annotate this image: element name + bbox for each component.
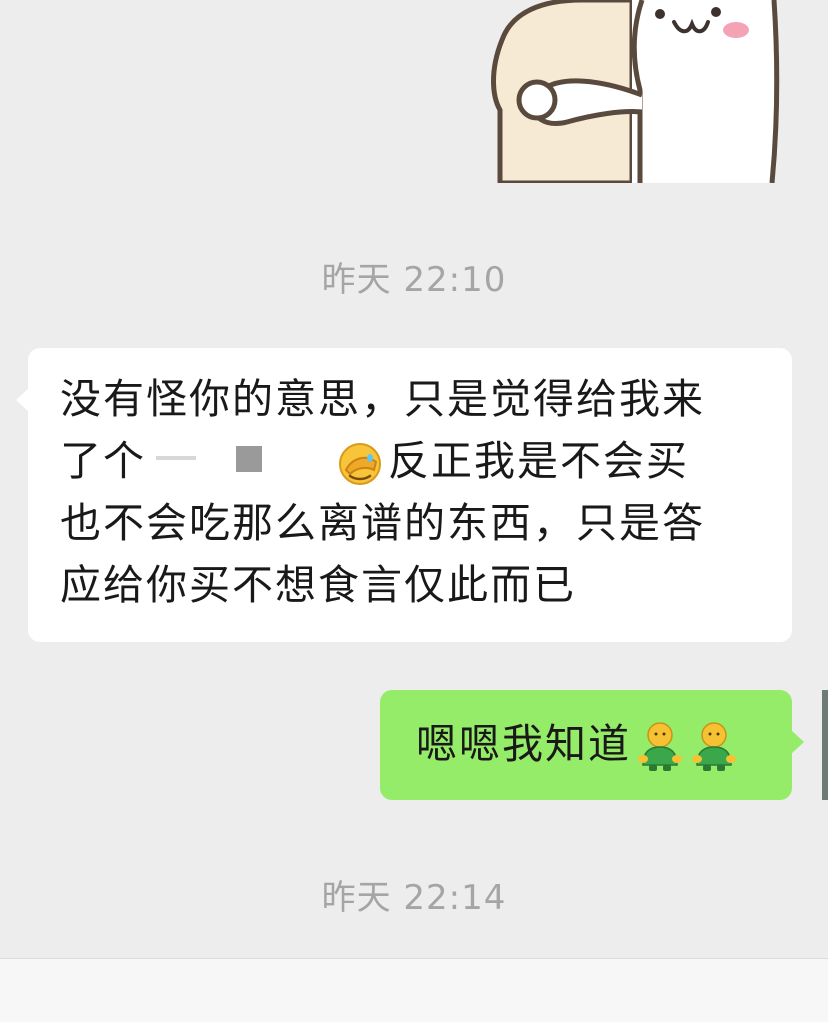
message-line: 应给你买不想食言仅此而已 [60,561,576,609]
timestamp: 昨天 22:14 [321,878,507,918]
person-emoji-icon [638,722,682,771]
message-line: 了个 [60,437,146,485]
input-area [0,958,828,1022]
sent-message-bubble[interactable]: 嗯嗯我知道 [380,690,804,800]
message-line: 嗯嗯我知道 [416,720,631,768]
avatar[interactable] [822,690,828,800]
message-line: 也不会吃那么离谱的东西，只是答 [60,499,705,547]
message-line: 没有怪你的意思，只是觉得给我来 [60,375,705,423]
sticker-image[interactable] [482,0,782,183]
received-message-text: 没有怪你的意思，只是觉得给我来 了个 反正我是不会买 也不会吃那么离谱的东西，只… [60,368,780,616]
person-emoji-icon [692,722,736,771]
face-palm-emoji-icon [339,443,381,485]
message-line: 反正我是不会买 [388,437,689,485]
timestamp: 昨天 22:10 [321,260,507,300]
sent-message-text: 嗯嗯我知道 [416,718,739,773]
redacted-content [146,444,336,484]
chat-screen: 昨天 22:10 没有怪你的意思，只是觉得给我来 了个 反正我是不会买 也不会吃… [0,0,828,1022]
bunny-sticker-icon [491,0,780,183]
received-message-bubble[interactable]: 没有怪你的意思，只是觉得给我来 了个 反正我是不会买 也不会吃那么离谱的东西，只… [16,348,792,642]
